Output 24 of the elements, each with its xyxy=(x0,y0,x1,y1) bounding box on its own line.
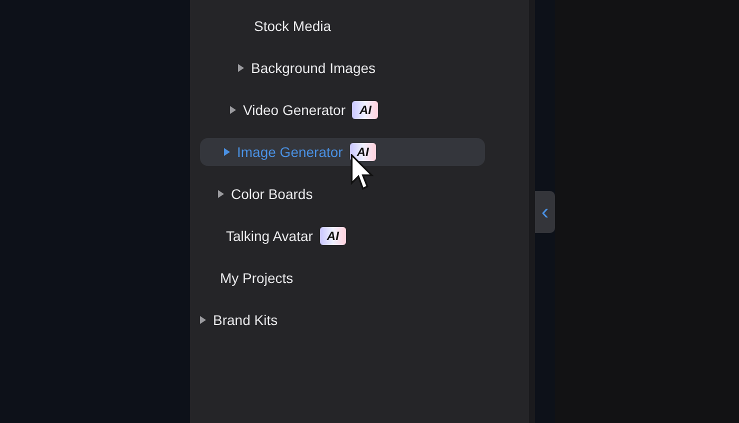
collapse-button[interactable]: ‹ xyxy=(535,190,555,232)
expand-arrow-icon[interactable] xyxy=(224,148,230,156)
expand-arrow-icon[interactable] xyxy=(238,64,244,72)
ai-badge: AI xyxy=(350,143,376,161)
item-label: Image Generator xyxy=(237,142,343,162)
item-label: Background Images xyxy=(251,58,376,78)
item-label: Talking Avatar xyxy=(226,226,313,246)
sidebar-item[interactable]: Color Boards xyxy=(200,180,485,208)
ai-badge: AI xyxy=(352,101,378,119)
item-label: My Projects xyxy=(220,268,294,288)
item-label: Video Generator xyxy=(243,100,346,120)
item-label: Color Boards xyxy=(231,184,313,204)
ai-badge: AI xyxy=(320,227,346,245)
expand-arrow-icon[interactable] xyxy=(230,106,236,114)
expand-arrow-icon[interactable] xyxy=(200,316,206,324)
item-label: Stock Media xyxy=(254,16,332,36)
expand-arrow-icon[interactable] xyxy=(218,190,224,198)
item-label: Brand Kits xyxy=(213,310,278,330)
sidebar-item[interactable]: My Projects xyxy=(200,264,485,292)
sidebar-item[interactable]: Talking Avatar AI xyxy=(200,222,485,250)
sidebar-item[interactable]: Video Generator AI xyxy=(200,96,485,124)
sidebar-item[interactable]: Stock Media xyxy=(200,12,485,40)
sidebar-item[interactable]: Background Images xyxy=(200,54,485,82)
sidebar-item[interactable]: Brand Kits xyxy=(200,306,485,334)
